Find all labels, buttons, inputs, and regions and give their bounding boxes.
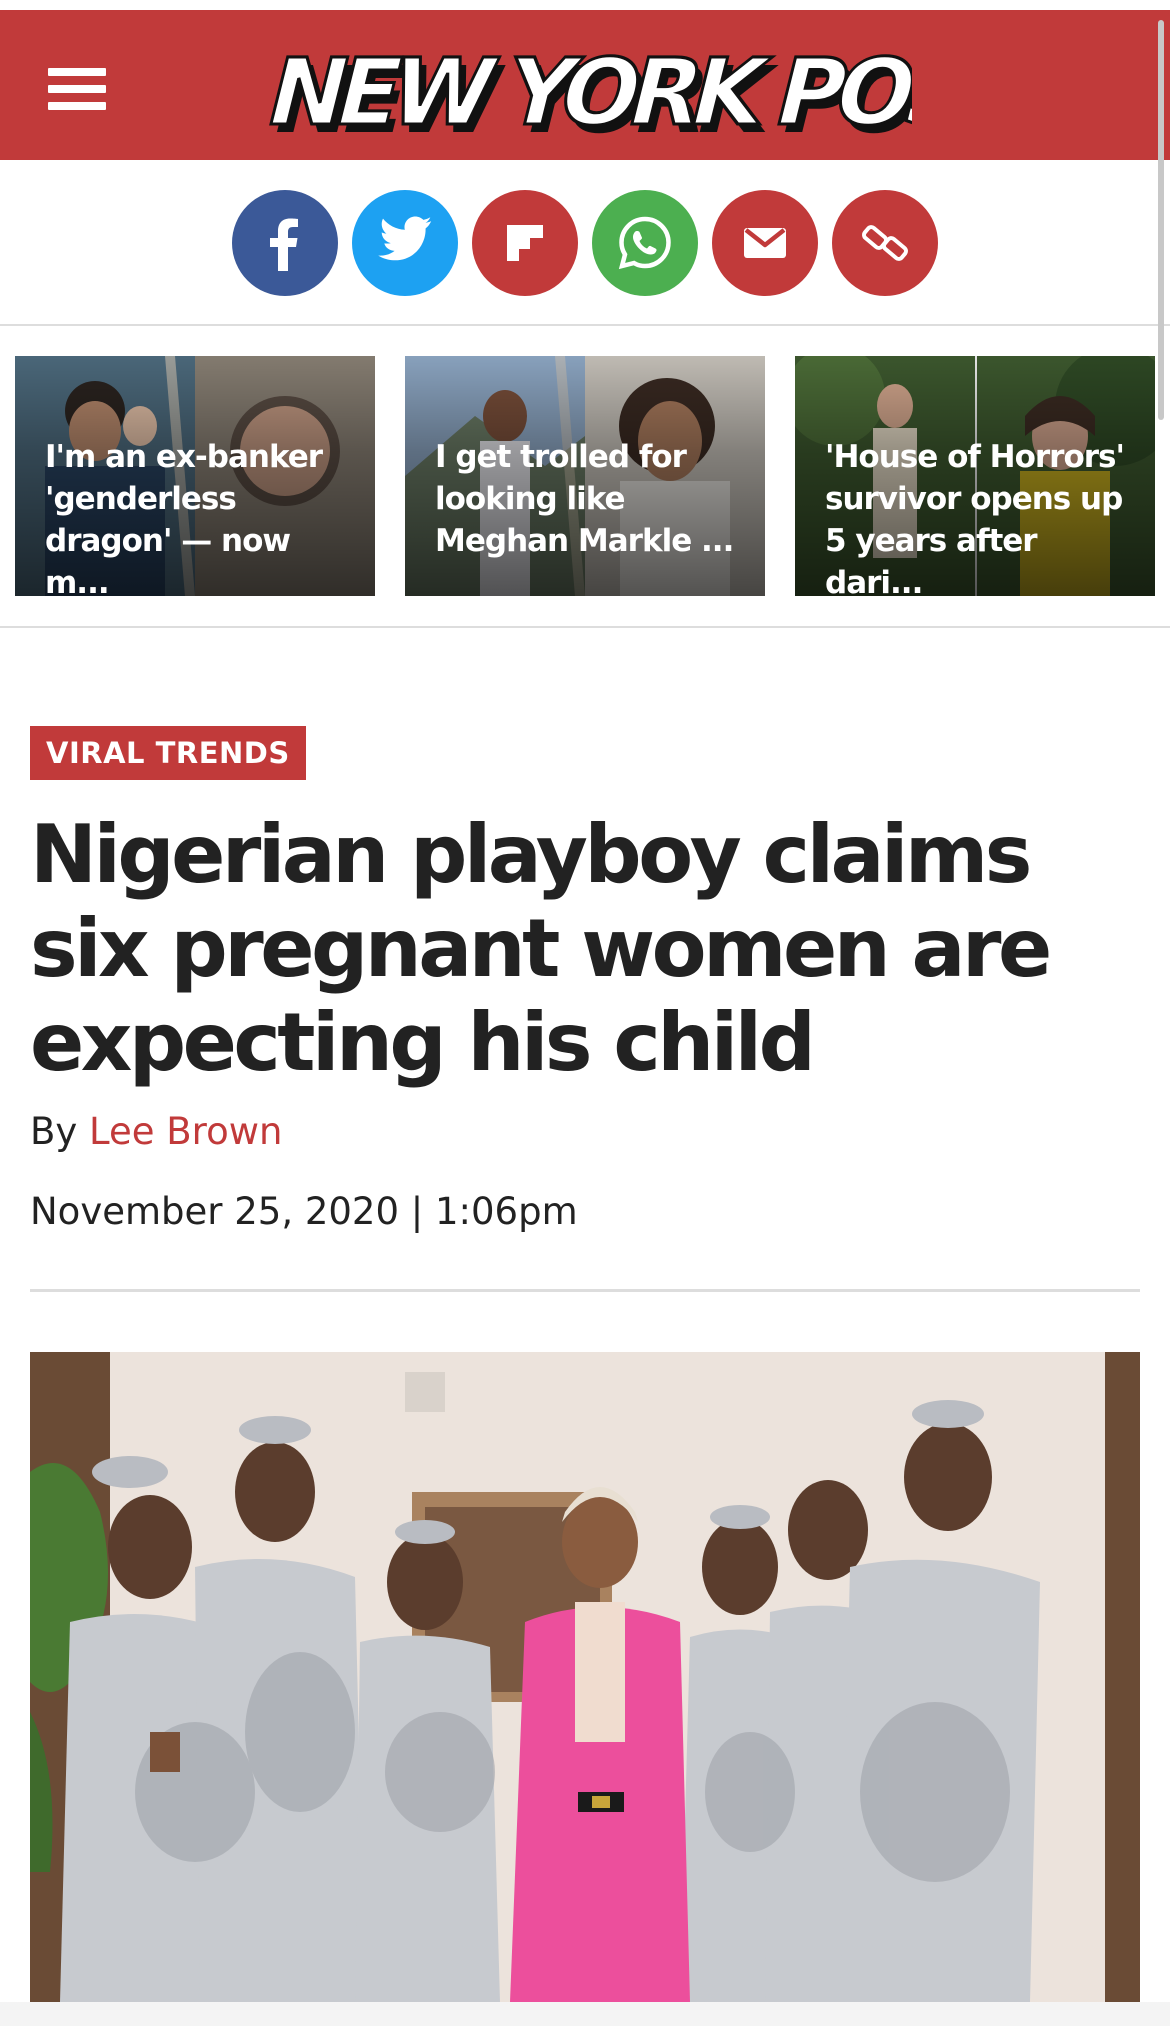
trending-card[interactable]: 'House of Horrors' survivor opens up 5 y… [795,356,1155,596]
whatsapp-share-button[interactable] [592,190,698,296]
trending-title: I get trolled for looking like Meghan Ma… [435,439,734,559]
article-hero-image[interactable] [30,1352,1140,2002]
trending-card[interactable]: I get trolled for looking like Meghan Ma… [405,356,765,596]
facebook-icon [270,218,298,271]
bottom-fade [0,2002,1170,2026]
share-bar [0,160,1170,326]
whatsapp-icon [618,216,671,270]
trending-stories: I'm an ex-banker 'genderless dragon' — n… [0,326,1170,628]
trending-card[interactable]: I'm an ex-banker 'genderless dragon' — n… [15,356,375,596]
category-tag[interactable]: VIRAL TRENDS [30,726,306,780]
logo-text: NEW YORK POST [262,39,912,146]
email-share-button[interactable] [712,190,818,296]
author-link[interactable]: Lee Brown [89,1110,282,1153]
byline: By Lee Brown [30,1110,282,1153]
logo-wordmark: NEW YORK POST NEW YORK POST [255,38,1045,155]
trending-title: 'House of Horrors' survivor opens up 5 y… [825,439,1125,596]
twitter-share-button[interactable] [352,190,458,296]
article-headline: Nigerian playboy claims six pregnant wom… [30,808,1052,1089]
divider [30,1289,1140,1292]
trending-title: I'm an ex-banker 'genderless dragon' — n… [45,439,323,596]
byline-prefix: By [30,1110,78,1153]
flipboard-share-button[interactable] [472,190,578,296]
copy-link-button[interactable] [832,190,938,296]
hero-photo [30,1352,1140,2002]
status-strip [0,0,1170,10]
flipboard-icon [507,225,543,261]
facebook-share-button[interactable] [232,190,338,296]
publish-date: November 25, 2020 | 1:06pm [30,1190,578,1233]
twitter-icon [378,216,432,261]
email-icon [744,228,786,258]
site-header: NEW YORK POST NEW YORK POST [0,10,1170,160]
site-logo[interactable]: NEW YORK POST NEW YORK POST [255,38,1045,155]
link-icon [862,225,908,261]
hamburger-menu-icon[interactable] [48,68,106,110]
